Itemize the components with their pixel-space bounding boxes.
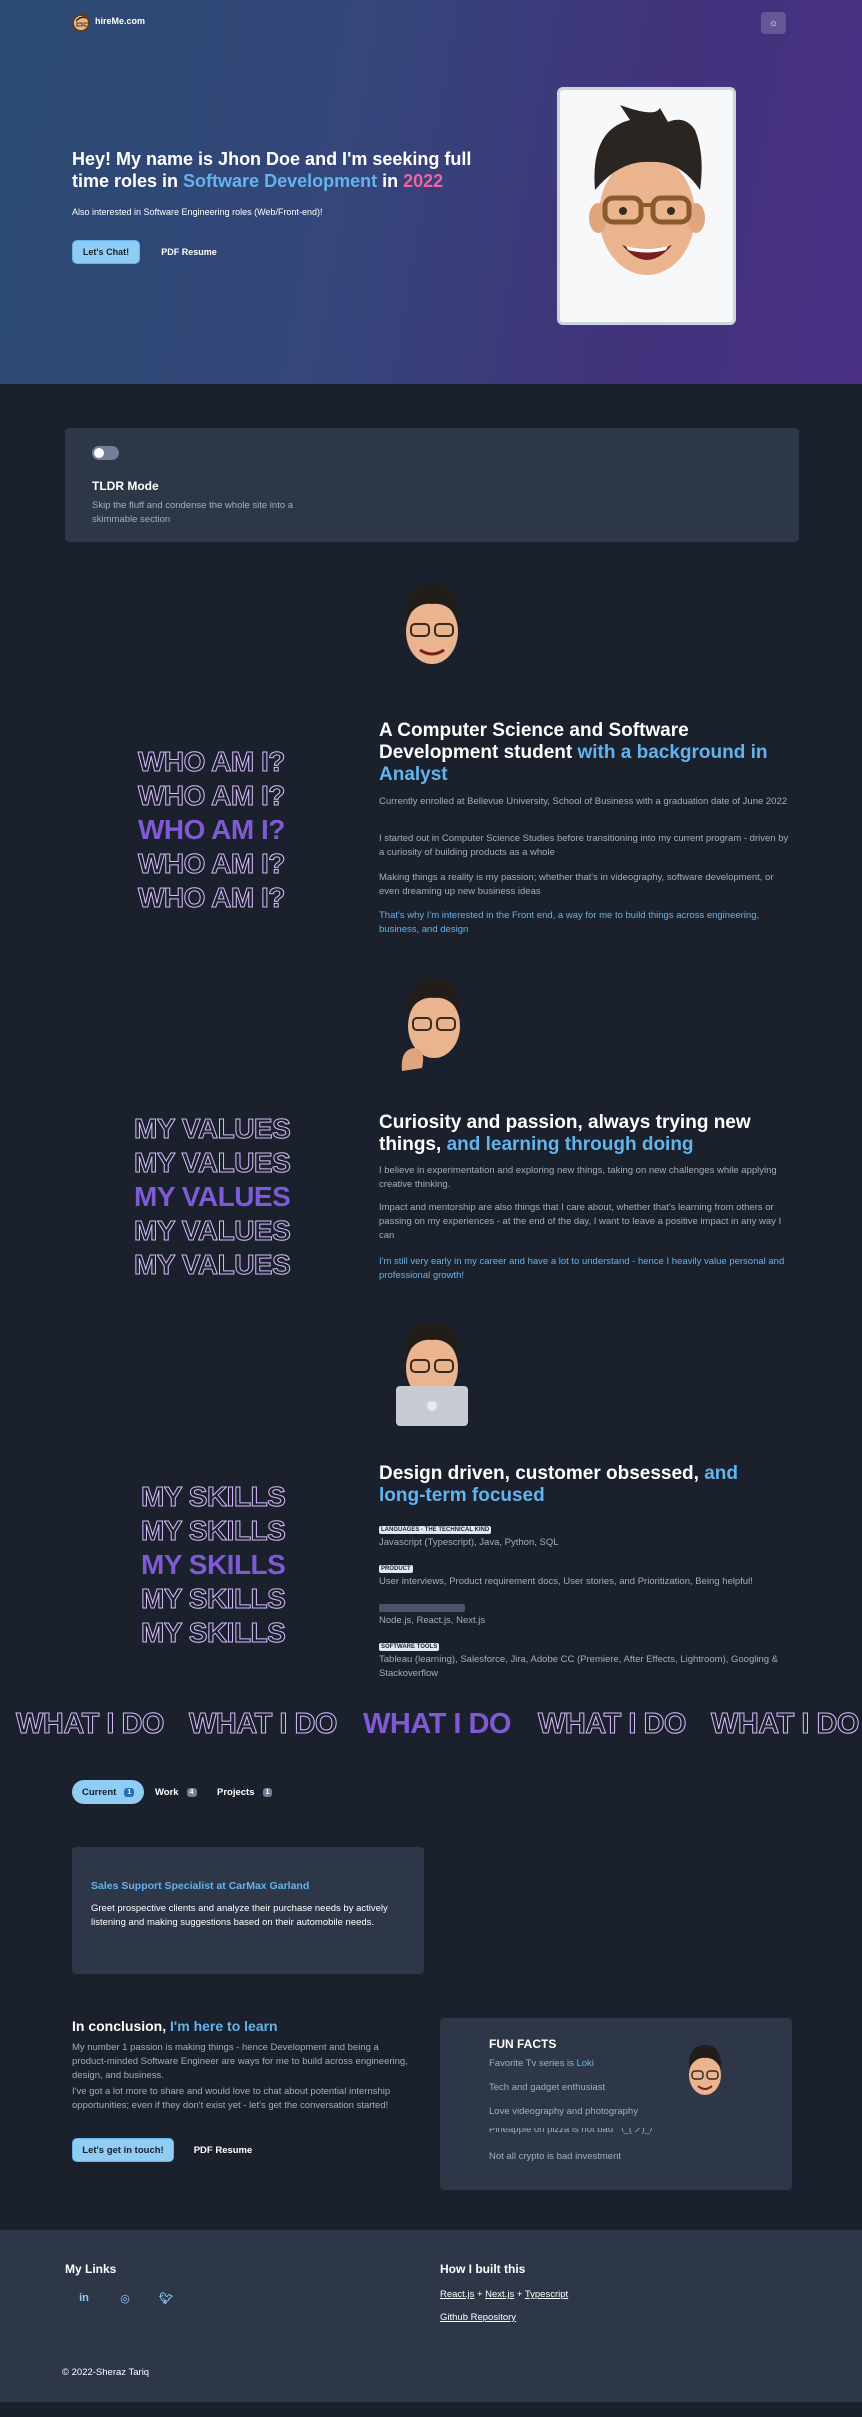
- skill-group: FRAMEWORKS / LIBRARIES Node.js, React.js…: [379, 1596, 794, 1628]
- skill-group-text: Javascript (Typescript), Java, Python, S…: [379, 1537, 559, 1548]
- memoji-avatar-icon: [560, 90, 733, 322]
- get-in-touch-button[interactable]: Let's get in touch!: [72, 2138, 174, 2162]
- tldr-title: TLDR Mode: [92, 479, 159, 493]
- tab-current[interactable]: Current 1: [72, 1780, 144, 1804]
- hero-title: Hey! My name is Jhon Doe and I'm seeking…: [72, 149, 472, 191]
- skill-group: PRODUCT User interviews, Product require…: [379, 1557, 794, 1589]
- sun-icon: ☼: [768, 17, 779, 29]
- values-title: Curiosity and passion, always trying new…: [379, 1112, 751, 1155]
- job-description: Greet prospective clients and analyze th…: [91, 1903, 388, 1928]
- fun-fact-item: Love videography and photography: [489, 2106, 638, 2117]
- pdf-resume-button[interactable]: PDF Resume: [150, 240, 228, 264]
- what-i-do-heading: WHAT I DO: [363, 1708, 512, 1740]
- skill-group-tag: FRAMEWORKS / LIBRARIES: [379, 1604, 465, 1612]
- what-i-do-heading: WHAT I DO: [711, 1708, 861, 1741]
- about-avatar-icon: [394, 580, 470, 672]
- skill-group-tag: SOFTWARE TOOLS: [379, 1643, 440, 1651]
- copyright: © 2022-Sheraz Tariq: [62, 2367, 150, 2378]
- tldr-description: Skip the fluff and condense the whole si…: [92, 500, 294, 525]
- fun-fact-item: Pineapple on pizza is not bad ¯\_(ツ)_/¯: [489, 2128, 658, 2135]
- who-am-i-heading: WHO AM I? WHO AM I? WHO AM I? WHO AM I? …: [138, 746, 286, 914]
- linkedin-icon[interactable]: in: [72, 2286, 96, 2310]
- fun-fact-item: Favorite Tv series is Loki: [489, 2058, 594, 2069]
- tech-link-typescript[interactable]: Typescript: [525, 2289, 568, 2300]
- footer-built-title: How I built this: [440, 2262, 526, 2276]
- lets-chat-button[interactable]: Let's Chat!: [72, 240, 140, 264]
- values-paragraph-2: Impact and mentorship are also things th…: [379, 1202, 782, 1241]
- twitter-icon[interactable]: 🐦︎: [154, 2286, 178, 2310]
- footer-links-title: My Links: [65, 2262, 117, 2276]
- skill-group-text: Node.js, React.js, Next.js: [379, 1615, 486, 1626]
- github-repository-link[interactable]: Github Repository: [440, 2312, 516, 2323]
- theme-toggle-button[interactable]: ☼: [761, 12, 786, 34]
- values-paragraph-1: I believe in experimentation and explori…: [379, 1165, 777, 1190]
- fun-facts-title: FUN FACTS: [489, 2037, 557, 2051]
- skill-group-text: User interviews, Product requirement doc…: [379, 1576, 753, 1587]
- what-i-do-heading: WHAT I DO: [538, 1708, 688, 1741]
- brand-name[interactable]: hireMe.com: [95, 16, 145, 26]
- laptop-avatar-icon: [390, 1322, 474, 1426]
- tab-work[interactable]: Work 4: [155, 1780, 197, 1804]
- github-icon[interactable]: ◎: [113, 2286, 137, 2310]
- skills-title: Design driven, customer obsessed, and lo…: [379, 1463, 738, 1506]
- job-title: Sales Support Specialist at CarMax Garla…: [91, 1880, 310, 1892]
- tab-count-badge: 1: [124, 1787, 135, 1797]
- about-paragraph-4: That's why I'm interested in the Front e…: [379, 910, 760, 935]
- my-skills-heading: MY SKILLS MY SKILLS MY SKILLS MY SKILLS …: [140, 1481, 286, 1649]
- skill-group: LANGUAGES - THE TECHNICAL KIND Javascrip…: [379, 1518, 794, 1550]
- fun-fact-item: Tech and gadget enthusiast: [489, 2082, 606, 2093]
- tab-count-badge: 1: [262, 1787, 273, 1797]
- built-tech-list: React.js + Next.js + Typescript: [440, 2289, 569, 2300]
- thinking-avatar-icon: [392, 976, 472, 1076]
- skills-groups: LANGUAGES - THE TECHNICAL KIND Javascrip…: [379, 1518, 794, 1681]
- tab-count-badge: 4: [186, 1787, 197, 1797]
- what-i-do-heading: WHAT I DO: [16, 1708, 166, 1741]
- values-paragraph-3: I'm still very early in my career and ha…: [379, 1256, 785, 1281]
- what-i-do-heading: WHAT I DO: [189, 1708, 339, 1741]
- tech-link-react[interactable]: React.js: [440, 2289, 474, 2300]
- about-title: A Computer Science and Software Developm…: [379, 720, 768, 785]
- fun-fact-item: Not all crypto is bad investment: [489, 2151, 622, 2162]
- conclusion-paragraph-2: I've got a lot more to share and would l…: [72, 2086, 391, 2111]
- conclusion-title: In conclusion, I'm here to learn: [72, 2018, 278, 2034]
- hero-avatar-card: [557, 87, 736, 325]
- logo-avatar-icon[interactable]: [72, 14, 90, 32]
- skill-group-text: Tableau (learning), Salesforce, Jira, Ad…: [379, 1654, 779, 1679]
- hero-subtitle: Also interested in Software Engineering …: [72, 207, 323, 217]
- tab-projects[interactable]: Projects 1: [217, 1780, 273, 1804]
- tech-link-next[interactable]: Next.js: [485, 2289, 514, 2300]
- conclusion-paragraph-1: My number 1 passion is making things - h…: [72, 2042, 408, 2081]
- pdf-resume-button-2[interactable]: PDF Resume: [184, 2138, 262, 2162]
- my-values-heading: MY VALUES MY VALUES MY VALUES MY VALUES …: [133, 1113, 291, 1281]
- skill-group-tag: PRODUCT: [379, 1565, 413, 1573]
- fun-facts-avatar-icon: [682, 2043, 728, 2099]
- skill-group-tag: LANGUAGES - THE TECHNICAL KIND: [379, 1526, 492, 1534]
- about-paragraph-3: Making things a reality is my passion; w…: [379, 872, 774, 897]
- about-paragraph-2: I started out in Computer Science Studie…: [379, 833, 789, 858]
- tldr-toggle-knob[interactable]: [94, 448, 104, 458]
- about-paragraph-1: Currently enrolled at Bellevue Universit…: [379, 796, 788, 807]
- skill-group: SOFTWARE TOOLS Tableau (learning), Sales…: [379, 1635, 794, 1681]
